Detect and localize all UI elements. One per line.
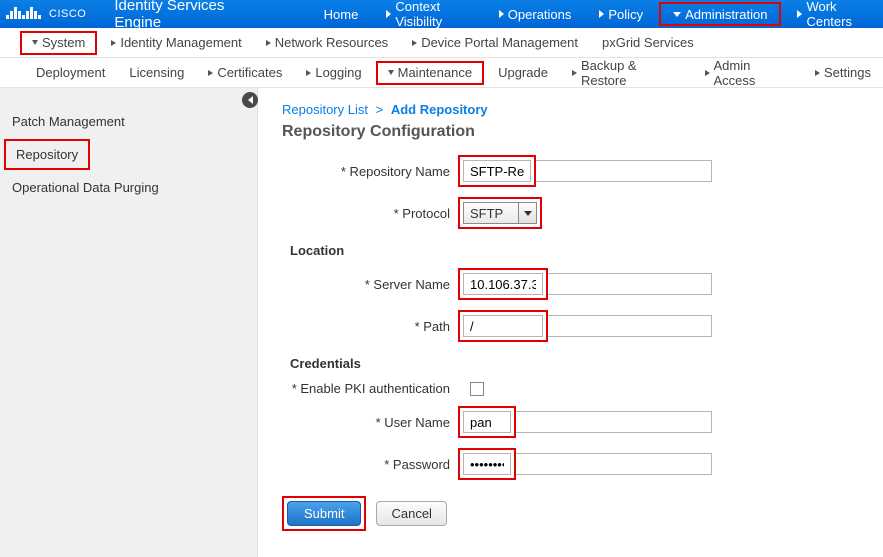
sub-nav-2: Deployment Licensing Certificates Loggin… <box>0 58 883 88</box>
caret-down-icon <box>673 12 681 17</box>
nav-home[interactable]: Home <box>310 0 373 28</box>
subnav2-certificates[interactable]: Certificates <box>196 58 294 87</box>
arrow-right-icon <box>797 10 802 18</box>
submit-button[interactable]: Submit <box>287 501 361 526</box>
arrow-right-icon <box>208 70 213 76</box>
input-repository-name-ext[interactable] <box>536 160 712 182</box>
checkbox-enable-pki[interactable] <box>470 382 484 396</box>
subnav-identity-management[interactable]: Identity Management <box>99 28 253 57</box>
input-user-name[interactable] <box>463 411 511 433</box>
arrow-right-icon <box>705 70 710 76</box>
row-server-name: * Server Name <box>282 268 883 300</box>
input-user-name-ext[interactable] <box>516 411 712 433</box>
sidebar-item-operational-data-purging[interactable]: Operational Data Purging <box>0 172 257 203</box>
arrow-right-icon <box>266 40 271 46</box>
arrow-right-icon <box>499 10 504 18</box>
nav-context-visibility[interactable]: Context Visibility <box>372 0 484 28</box>
input-repository-name[interactable] <box>463 160 531 182</box>
row-path: * Path <box>282 310 883 342</box>
subnav-system[interactable]: System <box>20 31 97 55</box>
subnav-network-resources[interactable]: Network Resources <box>254 28 400 57</box>
cancel-button[interactable]: Cancel <box>376 501 446 526</box>
highlight-password <box>458 448 516 480</box>
sidebar-collapse-icon[interactable] <box>242 92 258 108</box>
highlight-protocol: SFTP <box>458 197 542 229</box>
arrow-right-icon <box>412 40 417 46</box>
label-server-name: * Server Name <box>282 277 458 292</box>
content-area: Repository List > Add Repository Reposit… <box>258 88 883 557</box>
label-enable-pki: * Enable PKI authentication <box>282 381 458 396</box>
subnav2-deployment[interactable]: Deployment <box>24 58 117 87</box>
page-title: Repository Configuration <box>282 123 883 141</box>
input-password-ext[interactable] <box>516 453 712 475</box>
arrow-right-icon <box>111 40 116 46</box>
input-server-name-ext[interactable] <box>548 273 712 295</box>
highlight-submit: Submit <box>282 496 366 531</box>
highlight-server-name <box>458 268 548 300</box>
highlight-user-name <box>458 406 516 438</box>
sidebar-item-patch-management[interactable]: Patch Management <box>0 106 257 137</box>
label-user-name: * User Name <box>282 415 458 430</box>
arrow-right-icon <box>599 10 604 18</box>
main-area: Patch Management Repository Operational … <box>0 88 883 557</box>
breadcrumb-parent-link[interactable]: Repository List <box>282 102 368 117</box>
row-protocol: * Protocol SFTP <box>282 197 883 229</box>
row-user-name: * User Name <box>282 406 883 438</box>
row-repository-name: * Repository Name <box>282 155 883 187</box>
top-nav-bar: CISCO Identity Services Engine Home Cont… <box>0 0 883 28</box>
nav-work-centers[interactable]: Work Centers <box>783 0 883 28</box>
label-path: * Path <box>282 319 458 334</box>
breadcrumb-current: Add Repository <box>391 102 488 117</box>
input-server-name[interactable] <box>463 273 543 295</box>
label-protocol: * Protocol <box>282 206 458 221</box>
input-path[interactable] <box>463 315 543 337</box>
row-enable-pki: * Enable PKI authentication <box>282 381 883 396</box>
subnav2-backup-restore[interactable]: Backup & Restore <box>560 58 693 87</box>
top-nav: Home Context Visibility Operations Polic… <box>310 0 883 28</box>
label-repository-name: * Repository Name <box>282 164 458 179</box>
heading-location: Location <box>290 243 883 258</box>
subnav2-licensing[interactable]: Licensing <box>117 58 196 87</box>
product-title: Identity Services Engine <box>114 0 265 31</box>
breadcrumb-separator: > <box>376 102 384 117</box>
subnav2-admin-access[interactable]: Admin Access <box>693 58 804 87</box>
left-sidebar: Patch Management Repository Operational … <box>0 88 258 557</box>
highlight-path <box>458 310 548 342</box>
subnav-pxgrid-services[interactable]: pxGrid Services <box>590 28 706 57</box>
nav-administration[interactable]: Administration <box>659 2 781 26</box>
select-protocol-value: SFTP <box>463 202 519 224</box>
subnav2-maintenance[interactable]: Maintenance <box>376 61 484 85</box>
nav-policy[interactable]: Policy <box>585 0 657 28</box>
sub-nav-1: System Identity Management Network Resou… <box>0 28 883 58</box>
caret-down-icon <box>388 70 394 75</box>
subnav2-settings[interactable]: Settings <box>803 58 883 87</box>
chevron-down-icon[interactable] <box>519 202 537 224</box>
arrow-right-icon <box>572 70 577 76</box>
sidebar-item-repository[interactable]: Repository <box>4 139 90 170</box>
brand-text: CISCO <box>49 9 86 20</box>
subnav2-upgrade[interactable]: Upgrade <box>486 58 560 87</box>
input-password[interactable] <box>463 453 511 475</box>
cisco-logo-icon <box>6 7 41 21</box>
button-row: Submit Cancel <box>282 496 883 531</box>
nav-operations[interactable]: Operations <box>485 0 586 28</box>
input-path-ext[interactable] <box>548 315 712 337</box>
caret-down-icon <box>32 40 38 45</box>
arrow-right-icon <box>306 70 311 76</box>
subnav2-logging[interactable]: Logging <box>294 58 373 87</box>
arrow-right-icon <box>815 70 820 76</box>
breadcrumb: Repository List > Add Repository <box>282 102 883 117</box>
row-password: * Password <box>282 448 883 480</box>
select-protocol[interactable]: SFTP <box>463 202 537 224</box>
highlight-repository-name <box>458 155 536 187</box>
heading-credentials: Credentials <box>290 356 883 371</box>
arrow-right-icon <box>386 10 391 18</box>
label-password: * Password <box>282 457 458 472</box>
subnav-device-portal-management[interactable]: Device Portal Management <box>400 28 590 57</box>
